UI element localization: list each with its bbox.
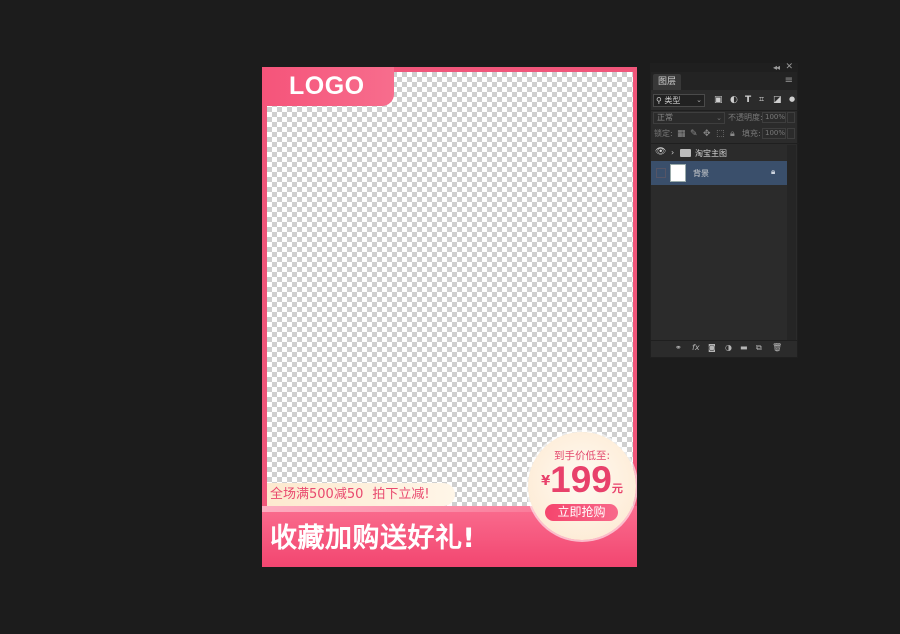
lock-all-icon[interactable]: 🔒︎ xyxy=(730,128,735,140)
price-value: 199 xyxy=(550,459,612,500)
smart-object-filter-icon[interactable]: ◪ xyxy=(773,95,782,105)
fill-input[interactable]: 100% xyxy=(762,128,786,139)
slogan-text: 收藏加购送好礼! xyxy=(270,523,476,554)
opacity-input[interactable]: 100% xyxy=(762,112,786,123)
filter-kind-select[interactable]: ⚲ 类型 ⌄ xyxy=(653,94,705,107)
lock-row: 锁定: ▦ ✎ ✥ ⬚ 🔒︎ 填充: 100% xyxy=(651,128,799,142)
layers-scrollbar[interactable] xyxy=(787,145,796,340)
filter-toggle-icon[interactable]: ● xyxy=(789,95,795,103)
adjustment-filter-icon[interactable]: ◐ xyxy=(730,95,738,105)
layers-panel: ◂◂ ✕ 图层 ≡ ⚲ 类型 ⌄ ▣ ◐ T ⌗ ◪ ● 正常 ⌄ 不透明度: … xyxy=(650,62,799,358)
divider xyxy=(651,143,799,144)
lock-position-icon[interactable]: ✥ xyxy=(703,128,711,140)
lock-transparent-icon[interactable]: ▦ xyxy=(677,128,686,140)
image-filter-icon[interactable]: ▣ xyxy=(714,95,723,105)
link-icon[interactable]: ⚭ xyxy=(675,343,682,352)
new-layer-icon[interactable]: ⧉ xyxy=(756,343,762,353)
filter-kind-value: 类型 xyxy=(664,96,681,105)
tab-layers[interactable]: 图层 xyxy=(653,74,682,90)
text-filter-icon[interactable]: T xyxy=(745,95,751,105)
lock-label: 锁定: xyxy=(654,129,673,138)
eye-visibility-icon[interactable]: 👁︎ xyxy=(655,147,666,157)
group-folder-icon[interactable]: ▬ xyxy=(740,343,748,352)
panel-bottom-toolbar: ⚭ fx ◙ ◑ ▬ ⧉ 🗑︎ xyxy=(651,340,797,357)
price-display: ¥199元 xyxy=(528,459,636,501)
opacity-stepper[interactable] xyxy=(787,112,795,123)
opacity-label: 不透明度: xyxy=(728,113,763,122)
layer-name: 背景 xyxy=(693,169,709,178)
blend-mode-select[interactable]: 正常 ⌄ xyxy=(653,112,725,124)
promo-pill: 全场满500减50 拍下立减! xyxy=(267,483,455,506)
panel-menu-icon[interactable]: ≡ xyxy=(785,75,793,86)
shape-filter-icon[interactable]: ⌗ xyxy=(759,95,764,105)
folder-icon xyxy=(680,149,691,157)
promo-instant-text: 拍下立减! xyxy=(372,487,430,502)
fill-stepper[interactable] xyxy=(787,128,795,139)
fx-icon[interactable]: fx xyxy=(692,343,700,352)
artboard-canvas[interactable]: LOGO 全场满500减50 拍下立减! 收藏加购送好礼! 到手价低至: ¥199… xyxy=(262,67,637,567)
layer-row-group[interactable]: 👁︎ › 淘宝主图 xyxy=(651,145,787,161)
panel-title-bar[interactable]: ◂◂ ✕ xyxy=(651,62,797,72)
trash-icon[interactable]: 🗑︎ xyxy=(772,343,782,352)
filter-row: ⚲ 类型 ⌄ ▣ ◐ T ⌗ ◪ ● xyxy=(651,94,799,110)
blend-mode-value: 正常 xyxy=(657,113,673,122)
collapse-panel-icon[interactable]: ◂◂ xyxy=(773,63,780,72)
layer-thumbnail xyxy=(670,164,686,182)
lock-icon: 🔒︎ xyxy=(771,167,776,176)
lock-pixels-icon[interactable]: ✎ xyxy=(690,128,698,140)
adjustment-icon[interactable]: ◑ xyxy=(725,343,732,352)
logo-label: LOGO xyxy=(262,67,394,106)
blend-row: 正常 ⌄ 不透明度: 100% xyxy=(651,112,799,126)
lock-artboard-icon[interactable]: ⬚ xyxy=(716,128,725,140)
visibility-toggle[interactable] xyxy=(656,168,666,178)
layer-name: 淘宝主图 xyxy=(695,149,727,158)
close-icon[interactable]: ✕ xyxy=(785,62,793,72)
chevron-right-icon[interactable]: › xyxy=(671,148,674,157)
promo-discount-text: 全场满500减50 xyxy=(270,487,364,502)
price-badge: 到手价低至: ¥199元 立即抢购 xyxy=(528,432,636,540)
chevron-down-icon: ⌄ xyxy=(696,96,702,104)
price-unit: 元 xyxy=(611,482,623,495)
panel-tab-row: 图层 ≡ xyxy=(651,72,797,90)
divider xyxy=(651,110,799,111)
search-icon: ⚲ xyxy=(656,96,662,105)
layer-row-background[interactable]: 背景 🔒︎ xyxy=(651,161,787,185)
buy-now-button: 立即抢购 xyxy=(545,504,618,521)
price-currency: ¥ xyxy=(541,474,551,489)
chevron-down-icon: ⌄ xyxy=(716,114,722,122)
mask-icon[interactable]: ◙ xyxy=(708,343,716,352)
fill-label: 填充: xyxy=(742,129,761,138)
